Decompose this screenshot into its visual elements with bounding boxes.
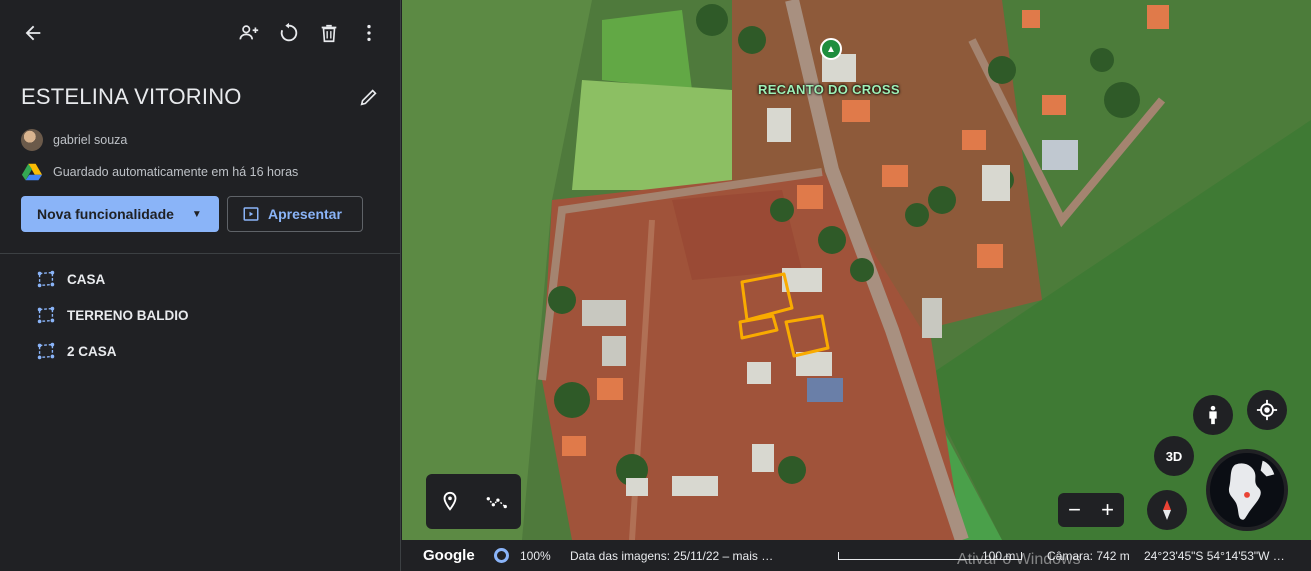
google-logo: Google (423, 547, 475, 564)
trash-icon[interactable] (311, 15, 347, 51)
panel-toolbar (0, 14, 401, 54)
place-marker-icon[interactable]: ▲ (820, 38, 842, 60)
imagery-date[interactable]: Data das imagens: 25/11/22 – mais … (570, 549, 773, 563)
my-location-icon[interactable] (1247, 390, 1287, 430)
render-percent: 100% (520, 548, 551, 563)
present-button[interactable]: Apresentar (227, 196, 363, 232)
zoom-controls: − + (1058, 493, 1124, 527)
render-progress-icon (494, 548, 509, 563)
layer-item[interactable]: 2 CASA (35, 339, 117, 363)
toggle-3d-button[interactable]: 3D (1154, 436, 1194, 476)
polygon-icon (37, 342, 55, 360)
globe-minimap[interactable] (1206, 449, 1288, 531)
place-label[interactable]: RECANTO DO CROSS (758, 82, 900, 97)
drawing-toolbar (426, 474, 521, 529)
draw-path-icon[interactable] (482, 487, 512, 517)
satellite-map[interactable]: ▲ RECANTO DO CROSS 3D − + (402, 0, 1311, 571)
history-icon[interactable] (271, 15, 307, 51)
add-placemark-icon[interactable] (435, 487, 465, 517)
project-panel: ESTELINA VITORINO gabriel souza Guardado… (0, 0, 401, 571)
layer-label: TERRENO BALDIO (67, 307, 189, 323)
divider (0, 253, 401, 254)
edit-pencil-icon[interactable] (351, 79, 387, 115)
present-icon (243, 207, 259, 221)
layer-label: CASA (67, 271, 106, 287)
windows-activation-watermark: Ativar o Windows (957, 551, 1081, 568)
project-title: ESTELINA VITORINO (21, 84, 242, 109)
zoom-in-button[interactable]: + (1101, 497, 1114, 523)
save-status: Guardado automaticamente em há 16 horas (53, 165, 299, 179)
street-view-pegman-icon[interactable] (1193, 395, 1233, 435)
status-bar: Google 100% Data das imagens: 25/11/22 –… (402, 540, 1311, 571)
polygon-icon (37, 306, 55, 324)
new-feature-label: Nova funcionalidade (37, 206, 174, 222)
dropdown-caret-icon: ▼ (191, 208, 202, 220)
coordinates: 24°23'45"S 54°14'53"W … (1144, 548, 1285, 563)
add-person-icon[interactable] (231, 15, 267, 51)
layer-label: 2 CASA (67, 343, 117, 359)
zoom-out-button[interactable]: − (1068, 497, 1081, 523)
save-status-row: Guardado automaticamente em há 16 horas (21, 161, 298, 183)
globe-icon (1209, 452, 1285, 528)
layer-item[interactable]: CASA (35, 267, 105, 291)
toggle-3d-label: 3D (1165, 448, 1183, 464)
more-vert-icon[interactable] (351, 15, 387, 51)
owner-row: gabriel souza (21, 129, 127, 151)
owner-name: gabriel souza (53, 133, 128, 147)
polygon-icon (37, 270, 55, 288)
compass-icon[interactable] (1147, 490, 1187, 530)
new-feature-button[interactable]: Nova funcionalidade ▼ (21, 196, 219, 232)
back-arrow-icon[interactable] (15, 15, 51, 51)
google-drive-icon (21, 163, 43, 181)
layer-item[interactable]: TERRENO BALDIO (35, 303, 189, 327)
avatar (21, 129, 43, 151)
present-label: Apresentar (268, 206, 342, 222)
